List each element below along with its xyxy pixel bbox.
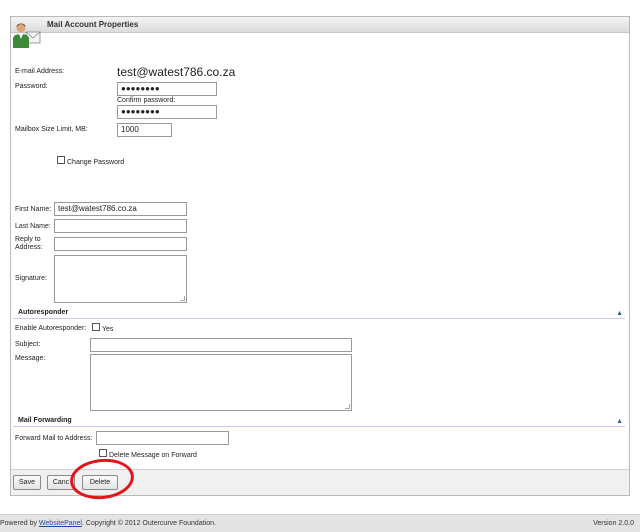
autoresponder-section-title: Autoresponder xyxy=(18,309,69,316)
forward-address-label: Forward Mail to Address: xyxy=(15,435,93,442)
enable-autoresponder-label: Enable Autoresponder: xyxy=(15,325,87,332)
reply-to-label-line2: Address: xyxy=(15,244,43,251)
reply-to-label-line1: Reply to xyxy=(15,236,41,243)
autoresponder-yes-label: Yes xyxy=(102,326,114,333)
password-input[interactable]: ●●●●●●●● xyxy=(117,82,217,96)
confirm-password-label: Confirm password: xyxy=(117,97,176,104)
websitepanel-link[interactable]: WebsitePanel xyxy=(39,520,82,527)
reply-to-input[interactable] xyxy=(54,237,187,251)
save-button[interactable]: Save xyxy=(13,475,41,490)
signature-label: Signature: xyxy=(15,275,47,282)
password-label: Password: xyxy=(15,83,48,90)
change-password-checkbox[interactable] xyxy=(57,156,65,164)
delete-on-forward-label: Delete Message on Forward xyxy=(109,452,197,459)
signature-textarea[interactable] xyxy=(54,255,187,303)
copyright-prefix: Powered by xyxy=(0,520,39,527)
panel-header: Mail Account Properties xyxy=(11,17,629,33)
subject-input[interactable] xyxy=(90,338,352,352)
last-name-label: Last Name: xyxy=(15,223,51,230)
page-footer: Powered by WebsitePanel. Copyright © 201… xyxy=(0,514,640,532)
version-text: Version 2.0.0 xyxy=(593,520,634,527)
mail-account-panel: Mail Account Properties E-mail Address: … xyxy=(10,16,630,496)
last-name-input[interactable] xyxy=(54,219,187,233)
collapse-forwarding-icon[interactable]: ▲ xyxy=(616,418,623,425)
confirm-password-input[interactable]: ●●●●●●●● xyxy=(117,105,217,119)
first-name-input[interactable]: test@watest786.co.za xyxy=(54,202,187,216)
autoresponder-section-header: Autoresponder ▲ xyxy=(13,309,625,319)
message-label: Message: xyxy=(15,355,46,362)
copyright-suffix: . Copyright © 2012 Outercurve Foundation… xyxy=(82,520,216,527)
forwarding-section-title: Mail Forwarding xyxy=(18,417,72,424)
change-password-label: Change Password xyxy=(67,159,125,166)
mailbox-size-label: Mailbox Size Limit, MB: xyxy=(15,126,88,133)
collapse-autoresponder-icon[interactable]: ▲ xyxy=(616,310,623,317)
message-textarea[interactable] xyxy=(90,354,352,411)
delete-on-forward-checkbox[interactable] xyxy=(99,449,107,457)
forwarding-section-header: Mail Forwarding ▲ xyxy=(13,417,625,427)
mail-user-icon xyxy=(13,23,41,48)
panel-title: Mail Account Properties xyxy=(47,20,139,29)
enable-autoresponder-checkbox[interactable] xyxy=(92,323,100,331)
email-value: test@watest786.co.za xyxy=(117,65,236,79)
subject-label: Subject: xyxy=(15,341,41,348)
forward-address-input[interactable] xyxy=(96,431,229,445)
copyright-text: Powered by WebsitePanel. Copyright © 201… xyxy=(0,520,216,527)
resize-grip-icon[interactable] xyxy=(345,404,350,409)
mailbox-size-input[interactable]: 1000 xyxy=(117,123,172,137)
resize-grip-icon[interactable] xyxy=(180,296,185,301)
email-label: E-mail Address: xyxy=(15,68,65,75)
first-name-label: First Name: xyxy=(15,206,52,213)
